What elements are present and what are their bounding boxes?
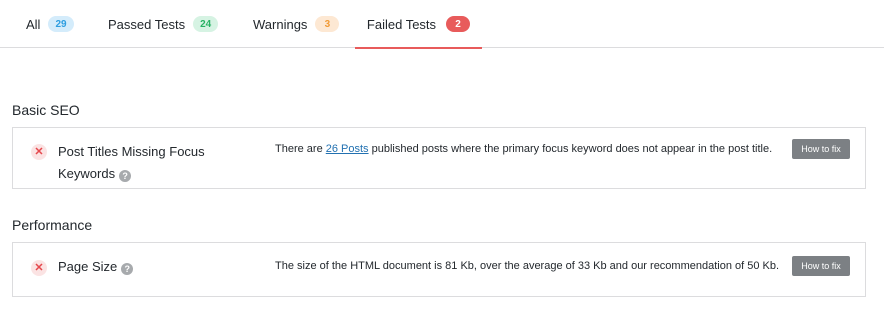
posts-link[interactable]: 26 Posts: [326, 143, 369, 155]
tab-warnings[interactable]: Warnings 3: [253, 0, 340, 48]
count-badge: 24: [193, 16, 219, 32]
help-icon[interactable]: ?: [121, 263, 134, 275]
tab-passed-tests[interactable]: Passed Tests 24: [108, 0, 219, 48]
section-title-performance: Performance: [12, 217, 93, 233]
test-result-card: ✕ Post Titles Missing Focus Keywords? Th…: [12, 127, 866, 189]
test-name-label: Page Size: [58, 259, 118, 274]
count-badge: 3: [315, 16, 340, 32]
tab-label: Warnings: [253, 16, 308, 32]
help-icon[interactable]: ?: [119, 170, 132, 182]
description-text: There are: [275, 143, 326, 155]
count-badge: 2: [446, 16, 471, 32]
tab-failed-tests[interactable]: Failed Tests 2: [355, 0, 482, 49]
test-name: Page Size?: [58, 256, 248, 278]
filter-tabs: All 29 Passed Tests 24 Warnings 3 Failed…: [0, 0, 884, 49]
section-title-basic-seo: Basic SEO: [12, 102, 80, 118]
active-tab-indicator: [355, 47, 482, 49]
x-icon: ✕: [31, 144, 47, 160]
x-icon: ✕: [31, 260, 47, 276]
test-description: There are 26 Posts published posts where…: [275, 141, 780, 157]
test-name-label: Post Titles Missing Focus Keywords: [58, 144, 205, 181]
tab-all[interactable]: All 29: [26, 0, 74, 48]
tab-label: Failed Tests: [366, 16, 437, 32]
how-to-fix-button[interactable]: How to fix: [792, 256, 850, 276]
tab-label: All: [26, 16, 41, 32]
tab-label: Passed Tests: [108, 16, 186, 32]
test-name: Post Titles Missing Focus Keywords?: [58, 141, 248, 185]
test-result-card: ✕ Page Size? The size of the HTML docume…: [12, 242, 866, 297]
description-text: published posts where the primary focus …: [368, 143, 773, 155]
how-to-fix-button[interactable]: How to fix: [792, 139, 850, 159]
test-description: The size of the HTML document is 81 Kb, …: [275, 260, 780, 272]
count-badge: 29: [48, 16, 74, 32]
